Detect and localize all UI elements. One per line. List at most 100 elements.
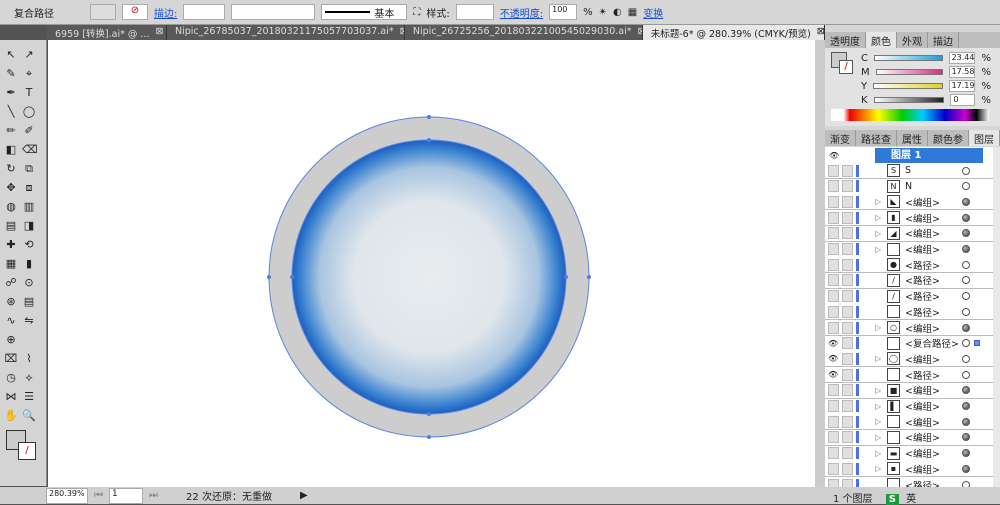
tab-color-guide[interactable]: 颜色参 xyxy=(928,130,969,146)
tool-icon[interactable]: ↖ xyxy=(4,48,18,62)
visibility-toggle[interactable] xyxy=(828,180,839,193)
target-icon[interactable] xyxy=(962,182,970,191)
tool-icon[interactable]: ⟡ xyxy=(22,371,36,385)
tool-icon[interactable]: ∿ xyxy=(4,314,18,328)
visibility-toggle[interactable] xyxy=(828,164,839,177)
tool-icon[interactable]: ⊛ xyxy=(4,295,18,309)
visibility-toggle[interactable] xyxy=(828,195,839,208)
lock-toggle[interactable] xyxy=(842,195,853,208)
opacity-label[interactable]: 不透明度: xyxy=(500,5,543,20)
status-menu-icon[interactable]: ▶ xyxy=(300,490,308,501)
stroke-label[interactable]: 描边: xyxy=(154,5,177,20)
layer-item[interactable]: NN xyxy=(825,178,993,195)
layer-item[interactable]: ▷ ▌ <编组> xyxy=(825,398,993,415)
tool-icon[interactable]: ⧉ xyxy=(22,162,36,176)
tool-icon[interactable]: ⇋ xyxy=(22,314,36,328)
lock-toggle[interactable] xyxy=(842,431,853,444)
target-icon[interactable] xyxy=(962,433,970,442)
lock-toggle[interactable] xyxy=(842,274,853,287)
expand-arrow-icon[interactable]: ▷ xyxy=(875,386,881,395)
tool-icon[interactable]: ⟲ xyxy=(22,238,36,252)
style-select[interactable] xyxy=(455,4,494,20)
tool-icon[interactable]: ◨ xyxy=(22,219,36,233)
first-artboard-icon[interactable]: ⏮ xyxy=(94,490,103,501)
tool-icon[interactable]: ✋ xyxy=(4,409,18,423)
slider-k[interactable]: K 0% xyxy=(861,94,991,106)
inner-sphere[interactable] xyxy=(291,139,567,415)
expand-arrow-icon[interactable]: ▷ xyxy=(875,449,881,458)
tool-icon[interactable]: ✒ xyxy=(4,86,18,100)
target-icon[interactable] xyxy=(962,339,970,348)
lock-toggle[interactable] xyxy=(842,243,853,255)
tool-icon[interactable]: ✏ xyxy=(4,124,18,138)
layer-item[interactable]: 👁 <路径> xyxy=(825,367,993,384)
stroke-swatch[interactable]: / xyxy=(18,442,36,460)
lock-toggle[interactable] xyxy=(842,462,853,475)
lock-toggle[interactable] xyxy=(842,400,853,412)
variable-width-select[interactable] xyxy=(231,4,316,20)
target-icon[interactable] xyxy=(962,245,970,253)
expand-arrow-icon[interactable]: ▷ xyxy=(875,417,881,426)
layer-item[interactable]: ▷ ▪ <编组> xyxy=(825,461,993,478)
tab-attributes[interactable]: 属性 xyxy=(897,130,928,146)
visibility-toggle[interactable] xyxy=(828,274,839,287)
close-icon[interactable]: ⊠ xyxy=(155,26,163,39)
lock-toggle[interactable] xyxy=(842,290,853,303)
layer-item[interactable]: 👁 ▷ ◯ <编组> xyxy=(825,351,993,368)
tab-1[interactable]: Nipic_26785037_20180321175057703037.ai*⊠ xyxy=(167,25,405,40)
lock-toggle[interactable] xyxy=(842,337,853,350)
expand-arrow-icon[interactable]: ▷ xyxy=(875,402,881,411)
tool-icon[interactable]: ✚ xyxy=(4,238,18,252)
tool-icon[interactable]: ▤ xyxy=(22,295,36,309)
layer-item[interactable]: ▷ ▬ <编组> xyxy=(825,445,993,462)
tool-icon[interactable]: ▮ xyxy=(22,257,36,271)
lock-toggle[interactable] xyxy=(842,352,853,365)
ime-indicator[interactable]: S xyxy=(885,494,899,505)
tab-3[interactable]: 未标题-6* @ 280.39% (CMYK/预览) ⊠ xyxy=(642,25,825,40)
vertical-scrollbar[interactable] xyxy=(815,40,825,487)
target-icon[interactable] xyxy=(962,197,970,206)
layer-item[interactable]: ▷ ◢ <编组> xyxy=(825,225,993,242)
layer-item[interactable]: / <路径> xyxy=(825,272,993,289)
visibility-toggle[interactable] xyxy=(828,384,839,397)
fill-swatch[interactable] xyxy=(90,4,116,20)
layer-item[interactable]: ▷ ■ <编组> xyxy=(825,382,993,399)
target-icon[interactable] xyxy=(962,229,970,238)
target-icon[interactable] xyxy=(962,370,970,379)
target-icon[interactable] xyxy=(962,260,970,269)
tool-icon[interactable]: ◯ xyxy=(22,105,36,119)
tool-icon[interactable]: ⋈ xyxy=(4,390,18,404)
slider-c[interactable]: C 23.44% xyxy=(861,52,991,64)
tool-icon[interactable]: 🔍 xyxy=(22,409,36,423)
channel-value[interactable]: 17.19 xyxy=(948,80,976,92)
lock-toggle[interactable] xyxy=(842,258,853,271)
expand-arrow-icon[interactable]: ▷ xyxy=(875,245,881,254)
slider-track[interactable] xyxy=(873,83,943,89)
target-icon[interactable] xyxy=(962,307,970,316)
target-icon[interactable] xyxy=(962,386,970,395)
tab-gradient[interactable]: 渐变 xyxy=(825,130,856,146)
artboard-select[interactable]: 1 xyxy=(109,487,143,504)
layer-item[interactable]: ▷ <编组> xyxy=(825,429,993,446)
layer-item[interactable]: <路径> xyxy=(825,304,993,321)
tab-2[interactable]: Nipic_26725256_20180322100545029030.ai*⊠ xyxy=(405,25,643,40)
visibility-toggle[interactable] xyxy=(828,431,839,444)
tool-icon[interactable]: ⌖ xyxy=(22,67,36,81)
transform-link[interactable]: 变换 xyxy=(643,5,663,20)
tab-0[interactable]: 6959 [转换].ai* @ ... ⊠ xyxy=(47,25,167,40)
opacity-input[interactable]: 100 xyxy=(549,4,578,20)
tool-icon[interactable]: ◷ xyxy=(4,371,18,385)
isolate-icon[interactable]: ◐ xyxy=(613,7,622,18)
visibility-toggle[interactable] xyxy=(828,415,839,428)
lock-toggle[interactable] xyxy=(842,384,853,397)
tool-icon[interactable]: ◧ xyxy=(4,143,18,157)
layer-item[interactable]: ▷ ◣ <编组> xyxy=(825,194,993,211)
channel-value[interactable]: 0 xyxy=(950,94,976,106)
expand-arrow-icon[interactable]: ▷ xyxy=(875,354,881,363)
tool-icon[interactable]: ⧈ xyxy=(22,181,36,195)
tool-icon[interactable]: ⌫ xyxy=(22,143,38,157)
expand-arrow-icon[interactable]: ▷ xyxy=(875,464,881,473)
tool-icon[interactable]: ╲ xyxy=(4,105,18,119)
slider-m[interactable]: M 17.58% xyxy=(861,66,991,78)
tool-icon[interactable]: ⌧ xyxy=(4,352,18,366)
